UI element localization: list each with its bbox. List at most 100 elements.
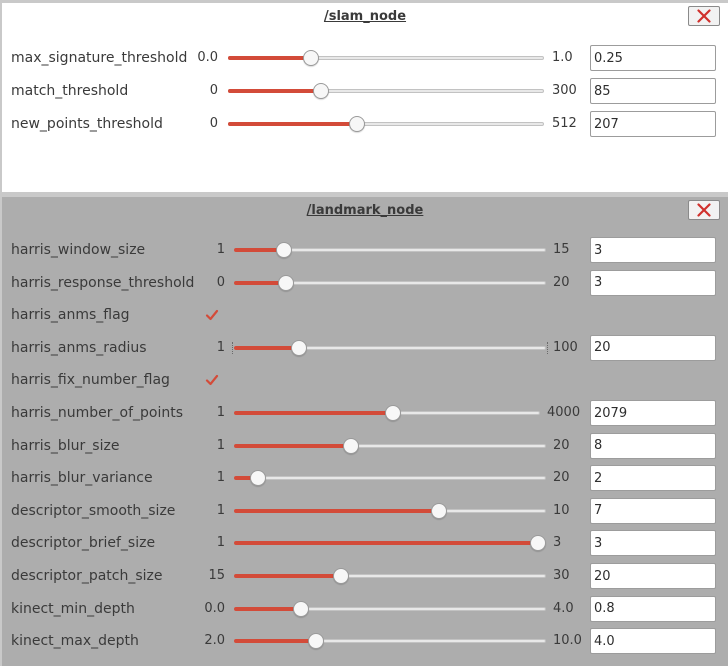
- slider-fill: [228, 56, 311, 60]
- range-max-label: 3: [553, 535, 562, 551]
- descriptor-patch-size-slider[interactable]: [234, 561, 546, 591]
- param-row-max-signature-threshold: max_signature_threshold 0.0 1.0: [2, 43, 728, 73]
- range-min-label: 1: [216, 470, 225, 486]
- param-row-match-threshold: match_threshold 0 300: [2, 76, 728, 106]
- harris-anms-flag-checkbox[interactable]: [204, 307, 220, 323]
- range-min-label: 0: [216, 274, 225, 290]
- range-max-label: 1.0: [552, 50, 573, 65]
- descriptor-patch-size-value-field[interactable]: [590, 563, 716, 589]
- slider-fill: [234, 639, 316, 644]
- kinect-max-depth-value-field[interactable]: [590, 628, 716, 655]
- slider-handle[interactable]: [342, 437, 359, 454]
- harris-anms-radius-slider[interactable]: [234, 333, 546, 363]
- landmark-node-title[interactable]: /landmark_node: [307, 203, 424, 218]
- checkmark-icon: [205, 310, 219, 321]
- param-label: descriptor_brief_size: [11, 535, 156, 552]
- descriptor-brief-size-slider[interactable]: [234, 528, 546, 558]
- max-signature-threshold-slider[interactable]: [228, 43, 544, 73]
- param-row-harris-blur-variance: harris_blur_variance 1 20: [2, 463, 728, 493]
- close-icon: [697, 9, 711, 23]
- slider-handle[interactable]: [308, 633, 324, 650]
- param-label: harris_window_size: [11, 242, 146, 258]
- param-row-descriptor-brief-size: descriptor_brief_size 1 3: [2, 528, 728, 558]
- close-icon: [697, 203, 711, 217]
- harris-blur-variance-value-field[interactable]: [590, 465, 716, 492]
- range-min-label: 0.0: [204, 600, 225, 616]
- range-min-label: 1: [216, 242, 225, 257]
- kinect-min-depth-value-field[interactable]: [590, 595, 716, 622]
- slider-tick-mark: [232, 341, 234, 354]
- param-row-harris-window-size: harris_window_size 1 15: [2, 235, 728, 265]
- range-min-label: 0: [209, 116, 218, 131]
- range-max-label: 10.0: [553, 633, 582, 649]
- param-row-harris-blur-size: harris_blur_size 1 20: [2, 431, 728, 461]
- slider-handle[interactable]: [290, 339, 307, 356]
- slider-handle[interactable]: [530, 535, 546, 552]
- slider-handle[interactable]: [431, 502, 448, 519]
- slider-handle[interactable]: [349, 116, 366, 132]
- checkmark-icon: [205, 375, 219, 386]
- range-min-label: 1: [216, 405, 225, 420]
- slider-handle[interactable]: [332, 568, 349, 584]
- new-points-threshold-slider[interactable]: [228, 109, 544, 139]
- harris-fix-number-flag-checkbox[interactable]: [204, 372, 220, 388]
- slider-handle[interactable]: [384, 405, 401, 421]
- landmark-node-close-button[interactable]: [688, 200, 720, 220]
- slider-fill: [228, 122, 358, 126]
- range-min-label: 2.0: [204, 633, 225, 649]
- param-row-kinect-max-depth: kinect_max_depth 2.0 10.0: [2, 626, 728, 656]
- param-label: match_threshold: [11, 83, 129, 99]
- harris-window-size-slider[interactable]: [234, 235, 546, 265]
- harris-number-of-points-slider[interactable]: [234, 398, 540, 428]
- slider-fill: [234, 443, 351, 448]
- slam-node-title[interactable]: /slam_node: [324, 9, 406, 24]
- param-label: harris_fix_number_flag: [11, 372, 170, 389]
- harris-window-size-value-field[interactable]: [590, 237, 716, 263]
- slider-handle[interactable]: [278, 274, 295, 291]
- param-row-harris-anms-flag: harris_anms_flag: [2, 300, 728, 330]
- param-label: kinect_min_depth: [11, 600, 135, 617]
- slam-node-close-button[interactable]: [688, 6, 720, 26]
- harris-number-of-points-value-field[interactable]: [590, 400, 716, 426]
- max-signature-threshold-value-field[interactable]: [590, 45, 716, 71]
- param-label: harris_blur_variance: [11, 470, 153, 487]
- harris-response-threshold-slider[interactable]: [234, 268, 546, 298]
- slider-handle[interactable]: [312, 83, 329, 99]
- param-row-harris-anms-radius: harris_anms_radius 1 100: [2, 333, 728, 363]
- slider-handle[interactable]: [293, 600, 310, 617]
- kinect-max-depth-slider[interactable]: [234, 626, 546, 656]
- range-min-label: 1: [216, 502, 225, 518]
- landmark-node-panel: /landmark_node harris_window_size115harr…: [2, 197, 728, 666]
- param-label: descriptor_patch_size: [11, 568, 163, 584]
- slider-handle[interactable]: [276, 242, 293, 258]
- range-min-label: 0.0: [197, 50, 218, 65]
- range-max-label: 300: [552, 83, 577, 98]
- param-row-new-points-threshold: new_points_threshold 0 512: [2, 109, 728, 139]
- range-max-label: 10: [553, 502, 570, 518]
- range-max-label: 30: [553, 568, 570, 583]
- param-label: new_points_threshold: [11, 116, 163, 132]
- param-label: harris_number_of_points: [11, 405, 184, 421]
- harris-blur-variance-slider[interactable]: [234, 463, 546, 493]
- param-row-descriptor-smooth-size: descriptor_smooth_size 1 10: [2, 496, 728, 526]
- param-row-harris-fix-number-flag: harris_fix_number_flag: [2, 365, 728, 395]
- slider-handle[interactable]: [249, 470, 266, 487]
- harris-anms-radius-value-field[interactable]: [590, 334, 716, 361]
- match-threshold-value-field[interactable]: [590, 78, 716, 104]
- descriptor-smooth-size-slider[interactable]: [234, 496, 546, 526]
- harris-response-threshold-value-field[interactable]: [590, 269, 716, 296]
- slider-fill: [234, 541, 538, 546]
- new-points-threshold-value-field[interactable]: [590, 111, 716, 137]
- kinect-min-depth-slider[interactable]: [234, 594, 546, 624]
- harris-blur-size-slider[interactable]: [234, 431, 546, 461]
- slider-fill: [234, 606, 302, 611]
- param-row-harris-number-of-points: harris_number_of_points 1 4000: [2, 398, 728, 428]
- slider-track[interactable]: [234, 476, 546, 481]
- match-threshold-slider[interactable]: [228, 76, 544, 106]
- descriptor-brief-size-value-field[interactable]: [590, 530, 716, 557]
- slider-handle[interactable]: [303, 50, 319, 66]
- range-max-label: 20: [553, 437, 570, 453]
- harris-blur-size-value-field[interactable]: [590, 432, 716, 459]
- slider-fill: [234, 411, 393, 415]
- descriptor-smooth-size-value-field[interactable]: [590, 497, 716, 524]
